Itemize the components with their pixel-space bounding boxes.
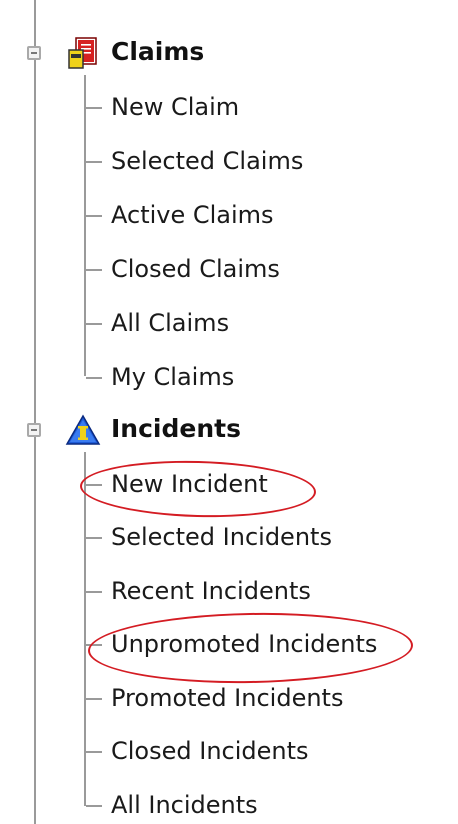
tree-connector <box>86 377 102 379</box>
tree-item-unpromoted-incidents[interactable]: Unpromoted Incidents <box>111 629 377 659</box>
tree-item-recent-incidents[interactable]: Recent Incidents <box>111 576 311 606</box>
tree-item-promoted-incidents[interactable]: Promoted Incidents <box>111 683 343 713</box>
tree-connector <box>86 591 102 593</box>
tree-connector <box>86 805 102 807</box>
incidents-group-label[interactable]: Incidents <box>111 414 241 444</box>
navigation-tree: Claims New Claim Selected Claims Active … <box>0 0 458 824</box>
tree-item-selected-claims[interactable]: Selected Claims <box>111 146 303 176</box>
tree-connector <box>86 484 102 486</box>
tree-connector <box>86 107 102 109</box>
tree-item-new-claim[interactable]: New Claim <box>111 92 239 122</box>
tree-item-my-claims[interactable]: My Claims <box>111 362 234 392</box>
tree-connector <box>86 269 102 271</box>
tree-trunk-line <box>34 0 36 824</box>
incidents-collapse-toggle[interactable] <box>27 423 41 437</box>
incidents-icon <box>65 414 101 445</box>
tree-connector <box>86 323 102 325</box>
tree-item-selected-incidents[interactable]: Selected Incidents <box>111 522 332 552</box>
tree-connector <box>86 644 102 646</box>
claims-collapse-toggle[interactable] <box>27 46 41 60</box>
tree-item-closed-incidents[interactable]: Closed Incidents <box>111 736 309 766</box>
tree-connector <box>86 537 102 539</box>
tree-item-closed-claims[interactable]: Closed Claims <box>111 254 280 284</box>
tree-item-active-claims[interactable]: Active Claims <box>111 200 274 230</box>
tree-connector <box>86 698 102 700</box>
claims-group-label[interactable]: Claims <box>111 37 204 67</box>
tree-item-all-incidents[interactable]: All Incidents <box>111 790 258 820</box>
tree-connector <box>86 215 102 217</box>
tree-connector <box>86 751 102 753</box>
claims-icon <box>68 37 97 69</box>
tree-item-all-claims[interactable]: All Claims <box>111 308 229 338</box>
tree-connector <box>86 161 102 163</box>
claims-children-line <box>84 75 86 376</box>
tree-item-new-incident[interactable]: New Incident <box>111 469 268 499</box>
